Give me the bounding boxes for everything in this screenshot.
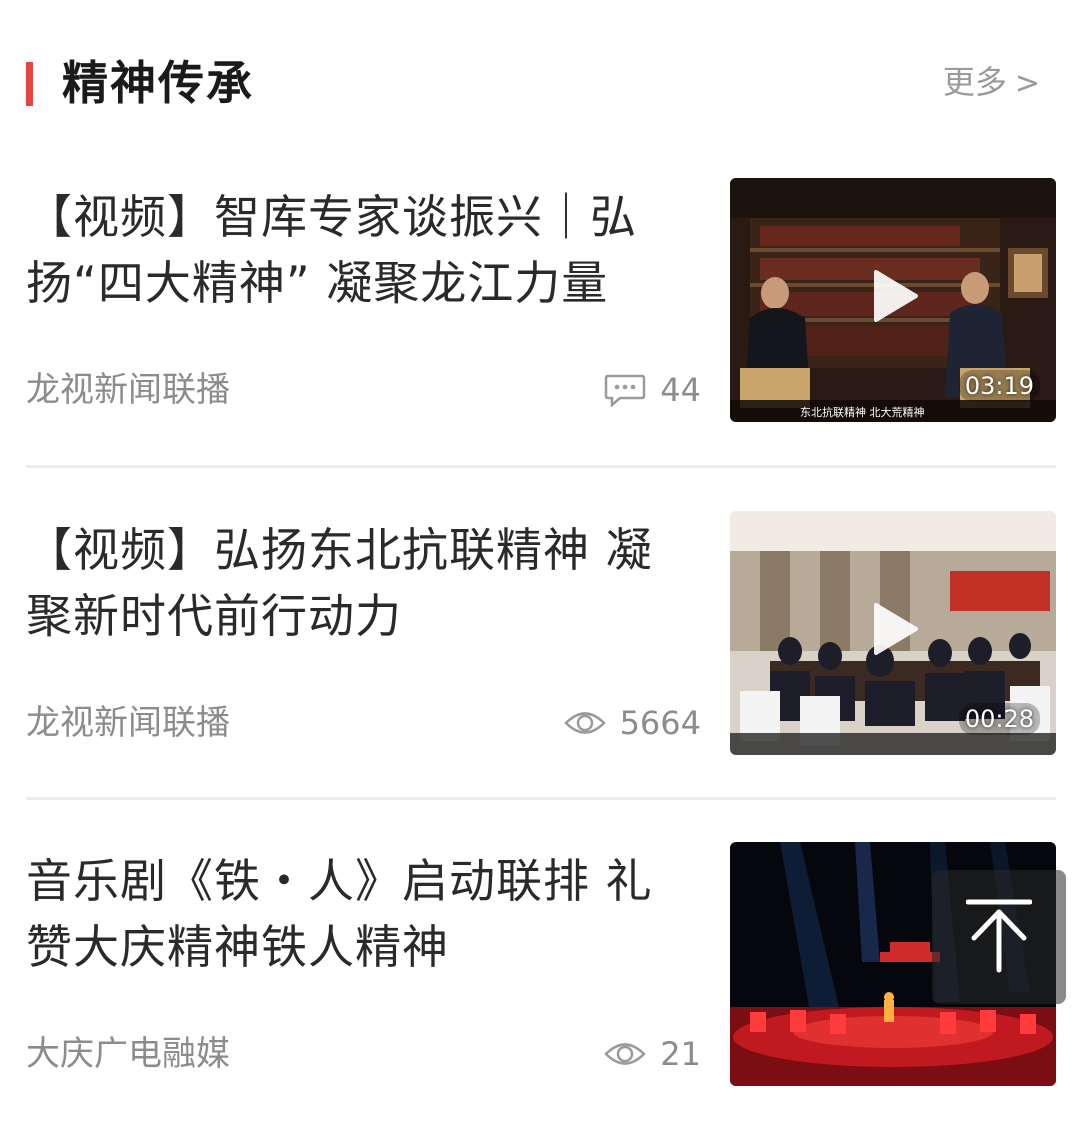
back-to-top-button[interactable] (932, 870, 1066, 1004)
section-accent-bar (26, 62, 33, 106)
eye-icon (563, 706, 606, 740)
news-stat: 21 (604, 1034, 701, 1074)
divider (26, 797, 1056, 800)
video-thumbnail[interactable]: 东北抗联精神 北大荒精神 03:19 (730, 178, 1056, 422)
play-icon[interactable] (870, 268, 920, 324)
news-item[interactable]: 【视频】智库专家谈振兴｜弘扬“四大精神” 凝聚龙江力量 龙视新闻联播 44 东北… (26, 172, 1056, 422)
eye-icon (604, 1037, 647, 1071)
news-stat: 44 (604, 370, 701, 410)
news-item[interactable]: 【视频】弘扬东北抗联精神 凝聚新时代前行动力 龙视新闻联播 5664 00:28 (26, 505, 1056, 755)
comment-icon (604, 373, 646, 407)
news-stat: 5664 (563, 703, 701, 743)
news-title[interactable]: 音乐剧《铁・人》启动联排 礼赞大庆精神铁人精神 (26, 848, 696, 980)
arrow-up-to-top-icon (966, 899, 1032, 973)
more-link[interactable]: 更多 > (943, 60, 1040, 106)
news-source: 龙视新闻联播 (26, 370, 230, 410)
thumb-caption: 东北抗联精神 北大荒精神 (800, 405, 925, 419)
video-duration: 03:19 (958, 370, 1040, 402)
video-thumbnail[interactable]: 00:28 (730, 511, 1056, 755)
chevron-right-icon: > (1014, 66, 1040, 101)
view-count: 5664 (619, 704, 701, 742)
news-source: 龙视新闻联播 (26, 703, 230, 743)
view-count: 21 (660, 1035, 701, 1073)
news-title[interactable]: 【视频】智库专家谈振兴｜弘扬“四大精神” 凝聚龙江力量 (26, 184, 696, 316)
news-title[interactable]: 【视频】弘扬东北抗联精神 凝聚新时代前行动力 (26, 517, 696, 649)
play-icon[interactable] (870, 601, 920, 657)
section-title: 精神传承 (62, 56, 254, 110)
news-source: 大庆广电融媒 (26, 1034, 230, 1074)
divider (26, 465, 1056, 468)
video-duration: 00:28 (958, 703, 1040, 735)
section-header: 精神传承 更多 > (0, 0, 1080, 140)
more-label: 更多 (942, 63, 1007, 101)
news-item[interactable]: 音乐剧《铁・人》启动联排 礼赞大庆精神铁人精神 大庆广电融媒 21 (26, 836, 1056, 1086)
comment-count: 44 (660, 371, 701, 409)
